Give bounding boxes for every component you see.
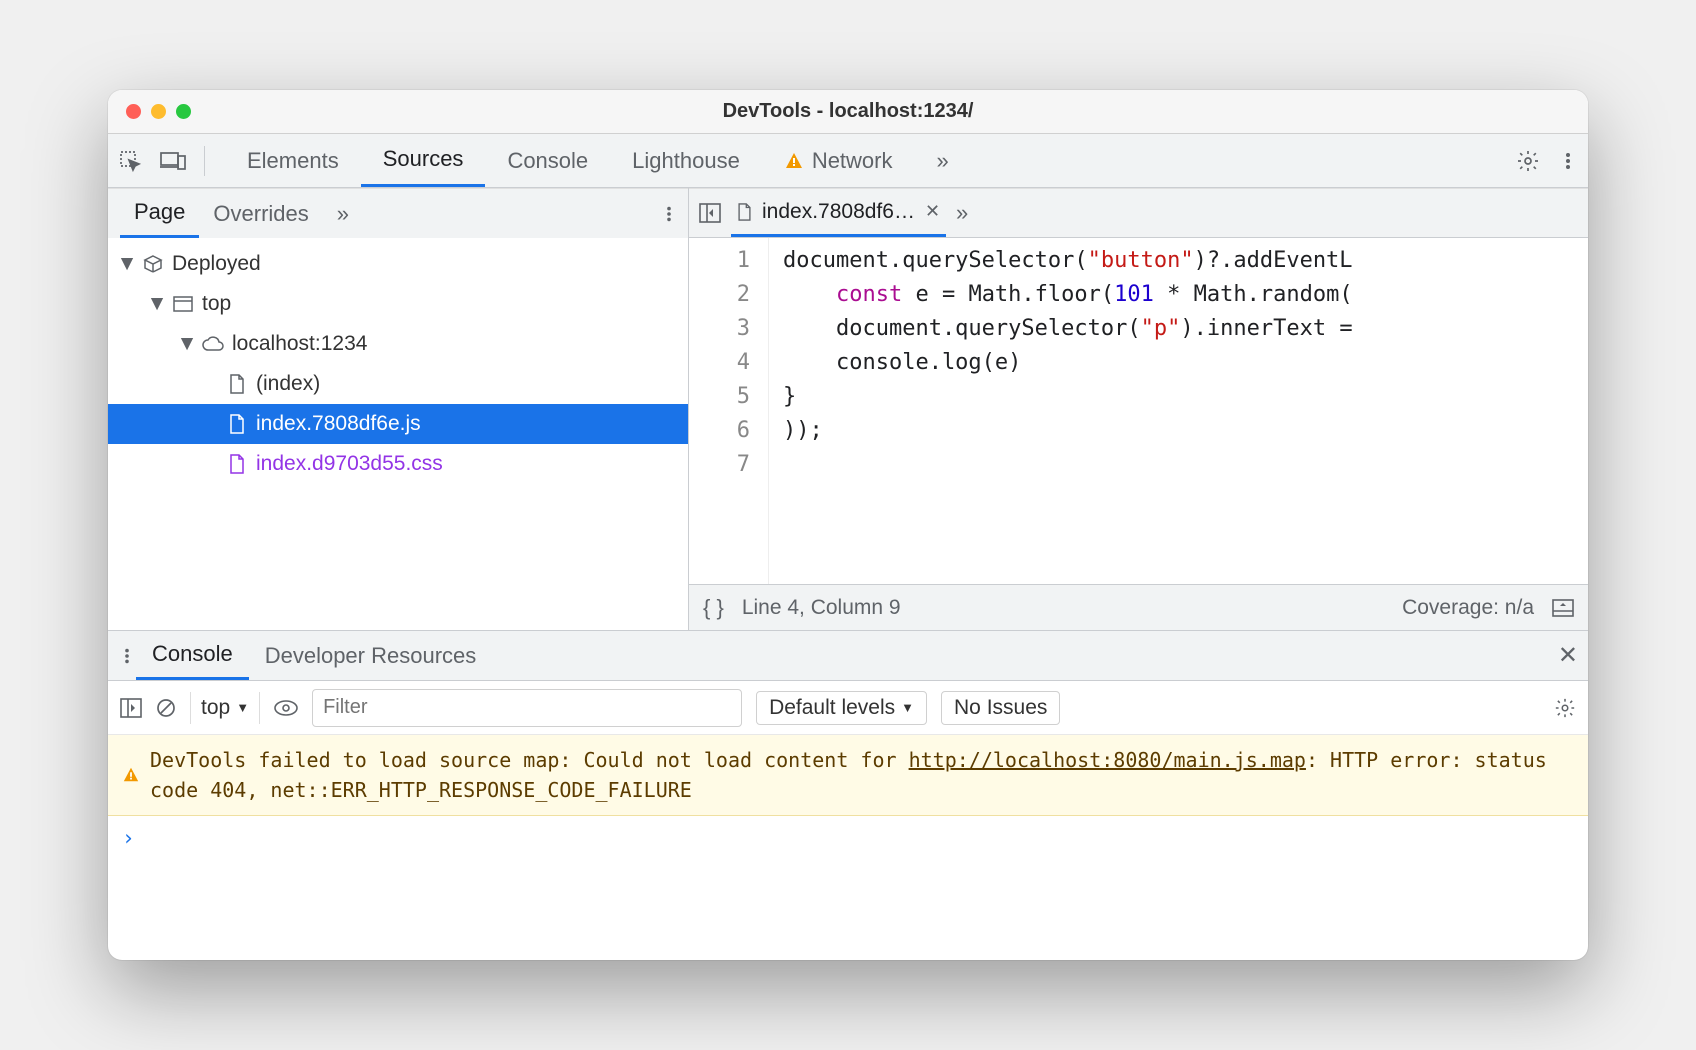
tree-label: top bbox=[202, 292, 231, 316]
console-warning-row: DevTools failed to load source map: Coul… bbox=[108, 735, 1588, 816]
sources-content: Page Overrides » ▼ Deployed ▼ top bbox=[108, 188, 1588, 630]
clear-console-icon[interactable] bbox=[156, 698, 176, 718]
editor-tab-active[interactable]: index.7808df6… ✕ bbox=[731, 189, 946, 237]
console-sidebar-toggle-icon[interactable] bbox=[120, 698, 142, 718]
console-filter-input[interactable] bbox=[312, 689, 742, 727]
editor-tabs: index.7808df6… ✕ » bbox=[689, 188, 1588, 238]
devtools-window: DevTools - localhost:1234/ Elements Sour… bbox=[108, 90, 1588, 960]
navigator-tabs-overflow[interactable]: » bbox=[323, 189, 363, 238]
levels-label: Default levels bbox=[769, 696, 895, 720]
cursor-position: Line 4, Column 9 bbox=[742, 596, 901, 620]
tree-node-deployed[interactable]: ▼ Deployed bbox=[108, 244, 688, 284]
tree-label: Deployed bbox=[172, 252, 261, 276]
tree-file-js[interactable]: index.7808df6e.js bbox=[108, 404, 688, 444]
source-map-link[interactable]: http://localhost:8080/main.js.map bbox=[909, 748, 1306, 772]
navigator-tabs: Page Overrides » bbox=[108, 188, 688, 238]
tab-lighthouse[interactable]: Lighthouse bbox=[610, 134, 762, 187]
file-tree: ▼ Deployed ▼ top ▼ localhost:1234 (index… bbox=[108, 238, 688, 630]
drawer-tabs: Console Developer Resources ✕ bbox=[108, 631, 1588, 681]
drawer-tab-console[interactable]: Console bbox=[136, 631, 249, 680]
tree-label: localhost:1234 bbox=[232, 332, 367, 356]
code-editor[interactable]: 1234567 document.querySelector("button")… bbox=[689, 238, 1588, 584]
dropdown-icon: ▼ bbox=[901, 700, 914, 715]
editor-pane: index.7808df6… ✕ » 1234567 document.quer… bbox=[688, 188, 1588, 630]
tree-label: index.d9703d55.css bbox=[256, 452, 443, 476]
frame-icon bbox=[172, 296, 194, 312]
dropdown-icon: ▼ bbox=[236, 700, 249, 715]
drawer-menu-icon[interactable] bbox=[118, 647, 136, 665]
tree-label: index.7808df6e.js bbox=[256, 412, 421, 436]
context-selector[interactable]: top ▼ bbox=[190, 692, 260, 724]
caret-down-icon: ▼ bbox=[150, 292, 164, 316]
log-levels-selector[interactable]: Default levels ▼ bbox=[756, 691, 927, 725]
tab-network[interactable]: Network bbox=[762, 134, 915, 187]
coverage-status: Coverage: n/a bbox=[1402, 596, 1534, 620]
tab-network-label: Network bbox=[812, 148, 893, 174]
context-label: top bbox=[201, 696, 230, 720]
editor-statusbar: { } Line 4, Column 9 Coverage: n/a bbox=[689, 584, 1588, 630]
panel-tabs: Elements Sources Console Lighthouse Netw… bbox=[225, 134, 971, 187]
warning-icon bbox=[784, 151, 804, 171]
issues-button[interactable]: No Issues bbox=[941, 691, 1060, 725]
tab-console[interactable]: Console bbox=[485, 134, 610, 187]
document-icon bbox=[226, 414, 248, 434]
settings-icon[interactable] bbox=[1516, 149, 1540, 173]
code-content: document.querySelector("button")?.addEve… bbox=[769, 238, 1353, 584]
cube-icon bbox=[142, 254, 164, 274]
console-toolbar: top ▼ Default levels ▼ No Issues bbox=[108, 681, 1588, 735]
line-gutter: 1234567 bbox=[689, 238, 769, 584]
tab-elements[interactable]: Elements bbox=[225, 134, 361, 187]
warning-icon bbox=[122, 745, 140, 805]
navigator-tab-page[interactable]: Page bbox=[120, 189, 199, 238]
titlebar: DevTools - localhost:1234/ bbox=[108, 90, 1588, 134]
navigator-tab-overrides[interactable]: Overrides bbox=[199, 189, 322, 238]
show-drawer-icon[interactable] bbox=[1552, 599, 1574, 617]
tree-node-domain[interactable]: ▼ localhost:1234 bbox=[108, 324, 688, 364]
pretty-print-icon[interactable]: { } bbox=[703, 595, 724, 621]
toggle-navigator-icon[interactable] bbox=[699, 203, 721, 223]
close-tab-icon[interactable]: ✕ bbox=[925, 201, 940, 222]
caret-down-icon: ▼ bbox=[180, 332, 194, 356]
console-warning-text: DevTools failed to load source map: Coul… bbox=[150, 745, 1574, 805]
tab-sources[interactable]: Sources bbox=[361, 134, 486, 187]
cloud-icon bbox=[202, 336, 224, 352]
main-toolbar: Elements Sources Console Lighthouse Netw… bbox=[108, 134, 1588, 188]
close-drawer-icon[interactable]: ✕ bbox=[1558, 641, 1578, 670]
navigator-pane: Page Overrides » ▼ Deployed ▼ top bbox=[108, 188, 688, 630]
caret-down-icon: ▼ bbox=[120, 252, 134, 276]
tabs-overflow[interactable]: » bbox=[915, 134, 971, 187]
console-settings-icon[interactable] bbox=[1554, 697, 1576, 719]
document-icon bbox=[737, 203, 752, 221]
tree-file-index[interactable]: (index) bbox=[108, 364, 688, 404]
tree-file-css[interactable]: index.d9703d55.css bbox=[108, 444, 688, 484]
console-prompt[interactable]: › bbox=[108, 816, 1588, 860]
document-icon bbox=[226, 454, 248, 474]
tree-node-top[interactable]: ▼ top bbox=[108, 284, 688, 324]
document-icon bbox=[226, 374, 248, 394]
window-title: DevTools - localhost:1234/ bbox=[108, 100, 1588, 123]
tree-label: (index) bbox=[256, 372, 320, 396]
editor-tabs-overflow[interactable]: » bbox=[956, 200, 968, 226]
drawer-pane: Console Developer Resources ✕ top ▼ Defa… bbox=[108, 630, 1588, 960]
inspect-icon[interactable] bbox=[118, 149, 142, 173]
more-menu-icon[interactable] bbox=[1558, 151, 1578, 171]
device-toggle-icon[interactable] bbox=[160, 150, 186, 172]
live-expression-icon[interactable] bbox=[274, 700, 298, 716]
editor-tab-label: index.7808df6… bbox=[762, 200, 915, 224]
drawer-tab-devresources[interactable]: Developer Resources bbox=[249, 631, 493, 680]
navigator-more-icon[interactable] bbox=[660, 205, 678, 223]
